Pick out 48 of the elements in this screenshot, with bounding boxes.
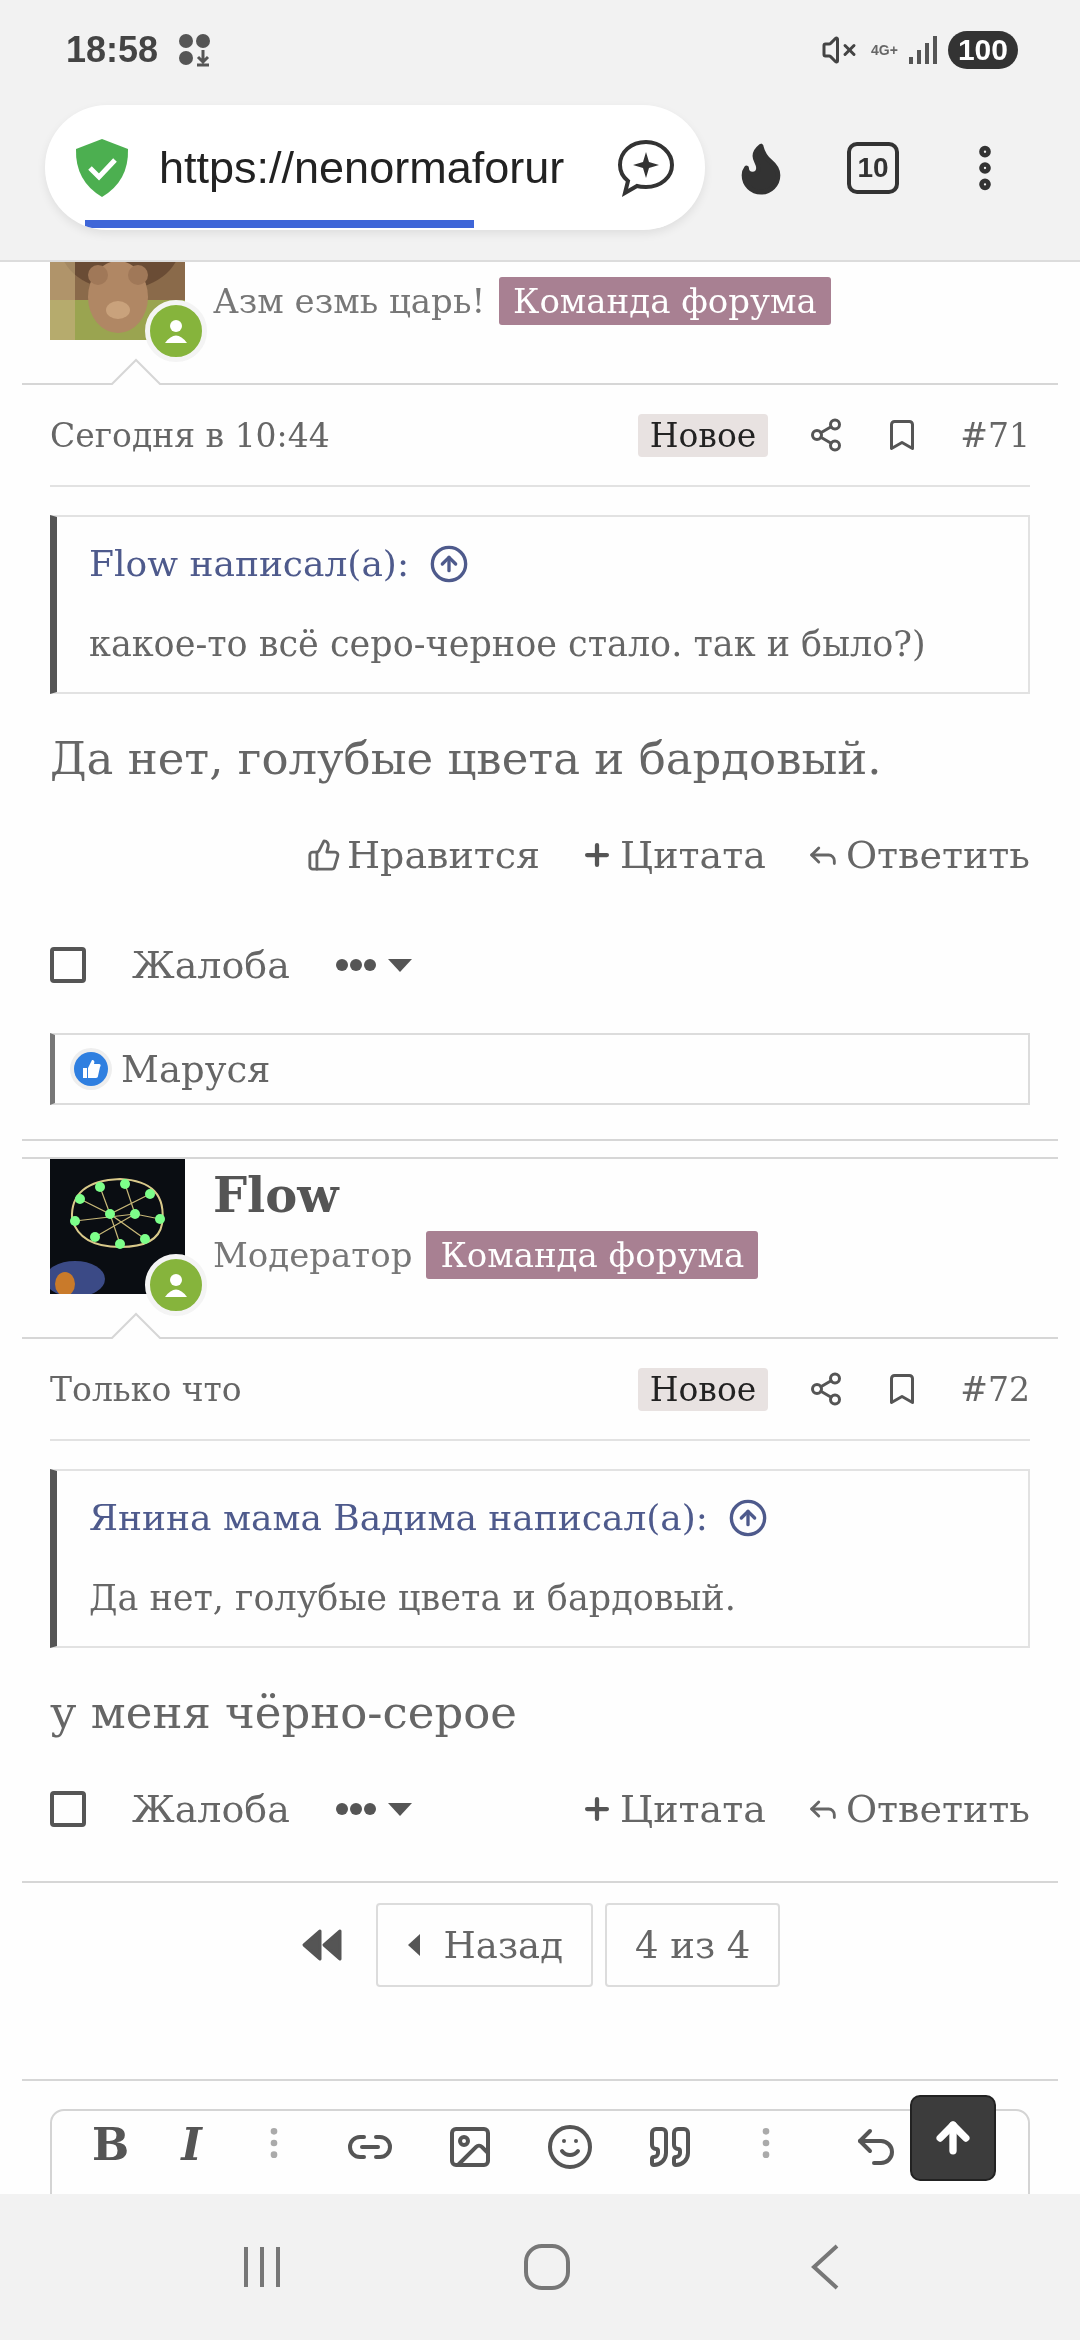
new-badge: Новое xyxy=(637,1367,769,1411)
smile-icon[interactable] xyxy=(545,2123,594,2171)
select-checkbox[interactable] xyxy=(50,947,86,983)
signal-icon xyxy=(907,35,938,65)
like-reaction-icon xyxy=(69,1047,113,1091)
battery-level: 100 xyxy=(947,31,1018,69)
user-banner: Команда форума xyxy=(426,1231,759,1279)
url-text[interactable]: https://nenormaforur xyxy=(159,141,615,194)
quote-button[interactable]: Цитата xyxy=(580,833,766,877)
scroll-to-top-button[interactable] xyxy=(910,2095,996,2181)
post-date[interactable]: Только что xyxy=(50,1369,598,1409)
post-number[interactable]: #71 xyxy=(960,415,1030,455)
post-message: Да нет, голубые цвета и бардовый. xyxy=(50,732,883,785)
thumbs-up-icon xyxy=(306,838,341,872)
home-icon[interactable] xyxy=(523,2243,571,2291)
like-button[interactable]: Нравится xyxy=(306,833,541,877)
back-icon[interactable] xyxy=(810,2243,841,2291)
quote-author[interactable]: Flow написал(а): xyxy=(89,543,996,584)
quote-text: какое-то всё серо-черное стало. так и было?) xyxy=(89,624,927,664)
tab-count-button[interactable]: 10 xyxy=(847,141,899,194)
user-banner: Команда форума xyxy=(499,277,831,325)
reply-button[interactable]: Ответить xyxy=(805,833,1030,877)
arrow-up-circle-icon[interactable] xyxy=(429,543,470,584)
user-title: Азм езмь царь! xyxy=(213,281,486,321)
previous-page-button[interactable]: Назад xyxy=(375,1903,593,1987)
page-indicator[interactable]: 4 из 4 xyxy=(604,1903,781,1987)
shield-check-icon xyxy=(73,136,131,199)
reaction-user[interactable]: Маруся xyxy=(121,1047,271,1091)
arrow-up-circle-icon[interactable] xyxy=(727,1497,768,1538)
italic-button[interactable]: I xyxy=(181,2123,202,2167)
post-message: у меня чёрно-серое xyxy=(50,1686,518,1739)
quote-button[interactable]: Цитата xyxy=(580,1787,766,1831)
post-number[interactable]: #72 xyxy=(960,1369,1030,1409)
quote-author[interactable]: Янина мама Вадима написал(а): xyxy=(89,1497,996,1538)
address-bar[interactable]: https://nenormaforur xyxy=(45,105,705,230)
bold-button[interactable]: B xyxy=(92,2123,130,2167)
reply-button[interactable]: Ответить xyxy=(805,1787,1030,1831)
status-time: 18:58 xyxy=(66,29,159,71)
new-badge: Новое xyxy=(637,413,769,457)
select-checkbox[interactable] xyxy=(50,1791,86,1827)
post-date[interactable]: Сегодня в 10:44 xyxy=(50,415,598,455)
report-link[interactable]: Жалоба xyxy=(132,1787,290,1831)
app-notification-icon xyxy=(178,33,213,67)
user-title: Модератор xyxy=(213,1235,413,1275)
quote-text: Да нет, голубые цвета и бардовый. xyxy=(89,1578,737,1618)
report-link[interactable]: Жалоба xyxy=(132,943,290,987)
network-type: 4G+ xyxy=(871,43,898,57)
username[interactable]: Flow xyxy=(213,1167,759,1223)
